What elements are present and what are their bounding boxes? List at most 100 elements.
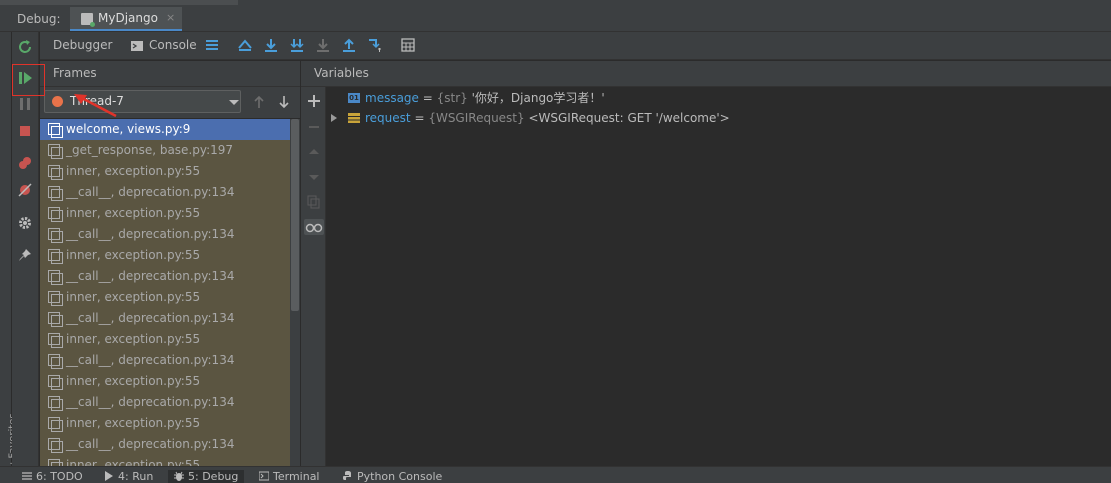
python-console-icon <box>343 471 351 480</box>
frame-row[interactable]: inner, exception.py:55 <box>40 245 290 266</box>
django-run-config-icon <box>81 13 95 27</box>
force-step-into-icon[interactable] <box>316 38 330 52</box>
variable-value: <WSGIRequest: GET '/welcome'> <box>524 111 730 125</box>
tool-window-bar: 6: TODO 4: Run 5: Debug Terminal Python … <box>0 466 1111 483</box>
frame-label: __call__, deprecation.py:134 <box>66 311 235 325</box>
pause-program-icon[interactable] <box>17 96 33 112</box>
variables-tree: 01 message = {str} '你好，Django学习者！' request… <box>327 87 1111 466</box>
frame-row[interactable]: __call__, deprecation.py:134 <box>40 224 290 245</box>
stack-frame-icon <box>48 165 63 180</box>
frame-row[interactable]: inner, exception.py:55 <box>40 413 290 434</box>
debug-label: Debug: <box>17 12 61 26</box>
scrollbar-thumb[interactable] <box>291 119 299 311</box>
frame-label: inner, exception.py:55 <box>66 332 201 346</box>
settings-gear-icon[interactable] <box>17 215 33 231</box>
bottom-tab-run[interactable]: 4: Run <box>104 470 153 483</box>
stack-frame-icon <box>48 144 63 159</box>
frame-label: inner, exception.py:55 <box>66 164 201 178</box>
variable-equals: = <box>410 111 429 125</box>
frame-row[interactable]: inner, exception.py:55 <box>40 455 290 466</box>
expand-arrow-icon[interactable] <box>331 114 337 122</box>
frames-header: Frames <box>40 61 300 87</box>
pin-tab-icon[interactable] <box>17 247 33 263</box>
stack-frame-icon <box>48 438 63 453</box>
bottom-tab-label: Terminal <box>273 470 320 483</box>
tab-console[interactable]: Console <box>149 38 197 52</box>
layout-menu-icon[interactable] <box>205 38 219 52</box>
annotation-highlight-box <box>12 64 45 96</box>
stop-icon[interactable] <box>17 123 33 139</box>
frame-row[interactable]: __call__, deprecation.py:134 <box>40 266 290 287</box>
stack-frame-icon <box>48 270 63 285</box>
bottom-tab-label: Python Console <box>357 470 443 483</box>
frames-title: Frames <box>53 66 97 80</box>
frame-row[interactable]: inner, exception.py:55 <box>40 329 290 350</box>
remove-watch-icon[interactable] <box>306 119 322 135</box>
stack-frame-icon <box>48 228 63 243</box>
new-watch-icon[interactable] <box>306 93 322 109</box>
step-into-icon[interactable] <box>290 38 304 52</box>
frame-label: __call__, deprecation.py:134 <box>66 437 235 451</box>
show-execution-point-icon[interactable] <box>238 38 252 52</box>
todo-icon <box>22 472 32 480</box>
frame-label: inner, exception.py:55 <box>66 458 201 466</box>
variable-name: request <box>365 111 411 125</box>
debug-tool-window-bar: Debug: MyDjango × <box>0 5 1111 32</box>
frame-row[interactable]: inner, exception.py:55 <box>40 287 290 308</box>
frame-row[interactable]: __call__, deprecation.py:134 <box>40 434 290 455</box>
frame-row[interactable]: __call__, deprecation.py:134 <box>40 392 290 413</box>
frames-scrollbar[interactable] <box>290 119 300 466</box>
stack-frame-icon <box>48 333 63 348</box>
frame-label: _get_response, base.py:197 <box>66 143 234 157</box>
variable-type: {str} <box>436 91 468 105</box>
terminal-icon <box>259 471 269 481</box>
variable-equals: = <box>418 91 437 105</box>
evaluate-expression-icon[interactable] <box>401 38 415 52</box>
frame-row[interactable]: welcome, views.py:9 <box>40 119 290 140</box>
previous-frame-icon[interactable] <box>252 94 266 110</box>
bottom-tab-debug[interactable]: 5: Debug <box>168 470 245 483</box>
frame-row[interactable]: __call__, deprecation.py:134 <box>40 350 290 371</box>
stack-frame-icon <box>48 249 63 264</box>
annotation-arrow <box>74 94 117 118</box>
stack-frame-icon <box>48 312 63 327</box>
stack-frame-icon <box>48 375 63 390</box>
stack-frame-icon <box>48 207 63 222</box>
frame-row[interactable]: __call__, deprecation.py:134 <box>40 182 290 203</box>
view-breakpoints-icon[interactable] <box>17 155 33 171</box>
frame-row[interactable]: __call__, deprecation.py:134 <box>40 308 290 329</box>
frame-row[interactable]: inner, exception.py:55 <box>40 203 290 224</box>
console-icon <box>131 41 143 51</box>
tab-debugger[interactable]: Debugger <box>53 38 112 52</box>
debug-session-name: MyDjango <box>98 11 158 25</box>
step-out-icon[interactable] <box>342 38 356 52</box>
frame-label: inner, exception.py:55 <box>66 374 201 388</box>
variable-value: '你好，Django学习者！' <box>467 91 605 105</box>
frame-label: __call__, deprecation.py:134 <box>66 395 235 409</box>
chevron-down-icon <box>229 100 239 105</box>
move-watch-down-icon[interactable] <box>306 169 322 185</box>
mute-breakpoints-icon[interactable] <box>17 182 33 198</box>
stack-frame-icon <box>48 123 63 138</box>
show-watches-glasses-icon[interactable] <box>304 219 324 235</box>
variable-content: message = {str} '你好，Django学习者！' <box>365 88 605 108</box>
variable-name: message <box>365 91 419 105</box>
bottom-tab-label: 6: TODO <box>36 470 83 483</box>
stack-frame-icon <box>48 354 63 369</box>
debug-session-tab[interactable]: MyDjango × <box>70 7 182 31</box>
move-watch-up-icon[interactable] <box>306 144 322 160</box>
frame-row[interactable]: inner, exception.py:55 <box>40 371 290 392</box>
variables-title: Variables <box>314 66 369 80</box>
bottom-tab-todo[interactable]: 6: TODO <box>22 470 83 483</box>
next-frame-icon[interactable] <box>277 94 291 110</box>
step-over-icon[interactable] <box>264 38 278 52</box>
frame-row[interactable]: inner, exception.py:55 <box>40 161 290 182</box>
frame-row[interactable]: _get_response, base.py:197 <box>40 140 290 161</box>
run-to-cursor-icon[interactable] <box>368 38 382 52</box>
close-tab-icon[interactable]: × <box>166 11 175 24</box>
bottom-tab-terminal[interactable]: Terminal <box>259 470 320 483</box>
duplicate-watch-icon[interactable] <box>306 194 322 210</box>
bottom-tab-python-console[interactable]: Python Console <box>343 470 442 483</box>
frame-label: inner, exception.py:55 <box>66 416 201 430</box>
rerun-icon[interactable] <box>17 39 33 55</box>
